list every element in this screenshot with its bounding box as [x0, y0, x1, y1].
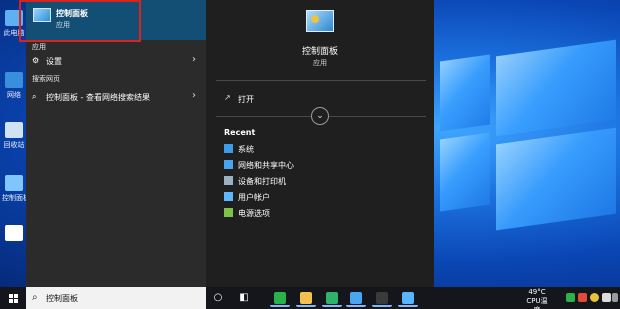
search-icon: ⌕: [32, 292, 38, 303]
search-input-value[interactable]: 控制面板: [46, 293, 78, 304]
taskbar-terminal[interactable]: [372, 289, 392, 307]
tray-app-icon[interactable]: [590, 293, 599, 302]
open-action[interactable]: ↗ 打开: [206, 92, 434, 106]
recent-item[interactable]: 用户帐户: [206, 190, 434, 204]
desktop-icon-glyph: [5, 72, 23, 88]
result-settings[interactable]: ⚙ 设置 ›: [26, 53, 206, 69]
taskbar-control-panel-icon: [402, 292, 414, 304]
desktop-icon-glyph: [5, 225, 23, 241]
apps-section-header: 应用: [32, 43, 46, 51]
cpu-temp-widget[interactable]: 49°C CPU温度: [523, 288, 551, 309]
open-icon: ↗: [224, 93, 231, 102]
desktop-icon[interactable]: [2, 225, 26, 257]
cpu-temp-label: CPU温度: [526, 297, 548, 309]
desktop-icon-glyph: [5, 122, 23, 138]
highlight-annotation: [19, 0, 141, 42]
recent-item-label: 系统: [238, 145, 254, 154]
chevron-right-icon[interactable]: ›: [192, 90, 196, 101]
open-label: 打开: [238, 95, 254, 104]
taskbar-app-1[interactable]: ◧: [234, 289, 254, 307]
recent-item[interactable]: 系统: [206, 142, 434, 156]
taskbar-control-panel[interactable]: [398, 289, 418, 307]
start-menu-results: 控制面板 应用 应用 ⚙ 设置 › 搜索网页 ⌕ 控制面板 - 查看网络搜索结果…: [26, 0, 206, 287]
taskbar-search-box[interactable]: ⌕ 控制面板: [26, 287, 206, 309]
taskbar-app-green[interactable]: [322, 289, 342, 307]
chevron-right-icon[interactable]: ›: [192, 54, 196, 65]
taskbar-app-1-icon: ◧: [238, 292, 250, 304]
taskbar-file-explorer[interactable]: [296, 289, 316, 307]
desktop-icon[interactable]: 网络: [2, 72, 26, 104]
recent-item-label: 网络和共享中心: [238, 161, 294, 170]
system-icon: [224, 144, 233, 153]
power-options-icon: [224, 208, 233, 217]
desktop-icon-glyph: [5, 175, 23, 191]
divider: [216, 80, 426, 81]
recent-item-label: 电源选项: [238, 209, 270, 218]
web-section-header: 搜索网页: [32, 75, 60, 83]
desktop-icon[interactable]: 回收站: [2, 122, 26, 154]
desktop-icon-label: 网络: [7, 91, 21, 99]
taskbar-app-blue-icon: [350, 292, 362, 304]
control-panel-large-icon: [306, 10, 334, 32]
printer-icon: [224, 176, 233, 185]
start-button[interactable]: [0, 287, 26, 309]
taskbar-app-blue[interactable]: [346, 289, 366, 307]
desktop-icon-label: 控制面板: [2, 194, 26, 202]
taskbar-file-explorer-icon: [300, 292, 312, 304]
tray-app-icon[interactable]: [566, 293, 575, 302]
detail-title: 控制面板: [301, 47, 338, 57]
taskbar-wechat-icon: [274, 292, 286, 304]
recent-item[interactable]: 设备和打印机: [206, 174, 434, 188]
result-web-search[interactable]: ⌕ 控制面板 - 查看网络搜索结果 ›: [26, 89, 206, 105]
taskbar-terminal-icon: [376, 292, 388, 304]
result-settings-label: 设置: [46, 57, 62, 66]
show-desktop-button[interactable]: [612, 293, 618, 302]
start-menu-detail-panel: 控制面板 应用 ↗ 打开 ⌄ Recent 系统网络和共享中心 设备和打印机 用户帐…: [206, 0, 434, 287]
task-view-button-icon: ○: [212, 292, 224, 304]
user-accounts-icon: [224, 192, 233, 201]
recent-item[interactable]: 网络和共享中心: [206, 158, 434, 172]
task-view-button[interactable]: ○: [208, 289, 228, 307]
recent-item-label: 用户帐户: [238, 193, 270, 202]
expand-button[interactable]: ⌄: [311, 107, 329, 125]
taskbar: ⌕ 控制面板 ○ ◧ 49°C CPU温度: [0, 287, 620, 309]
windows-logo-wallpaper: [440, 39, 620, 250]
desktop-icon[interactable]: 控制面板: [2, 175, 26, 207]
desktop-icon-label: 回收站: [3, 141, 25, 149]
detail-subtitle: 应用: [313, 59, 327, 67]
recent-header: Recent: [224, 128, 256, 137]
recent-item[interactable]: 电源选项: [206, 206, 434, 220]
taskbar-app-green-icon: [326, 292, 338, 304]
tray-app-icon[interactable]: [602, 293, 611, 302]
result-web-search-label: 控制面板 - 查看网络搜索结果: [46, 93, 150, 102]
taskbar-wechat[interactable]: [270, 289, 290, 307]
tray-app-icon[interactable]: [578, 293, 587, 302]
recent-item-label: 设备和打印机: [238, 177, 286, 186]
network-icon: [224, 160, 233, 169]
search-icon: ⌕: [32, 92, 37, 101]
cpu-temp-value: 49°C: [528, 288, 546, 296]
gear-icon: ⚙: [32, 56, 40, 65]
